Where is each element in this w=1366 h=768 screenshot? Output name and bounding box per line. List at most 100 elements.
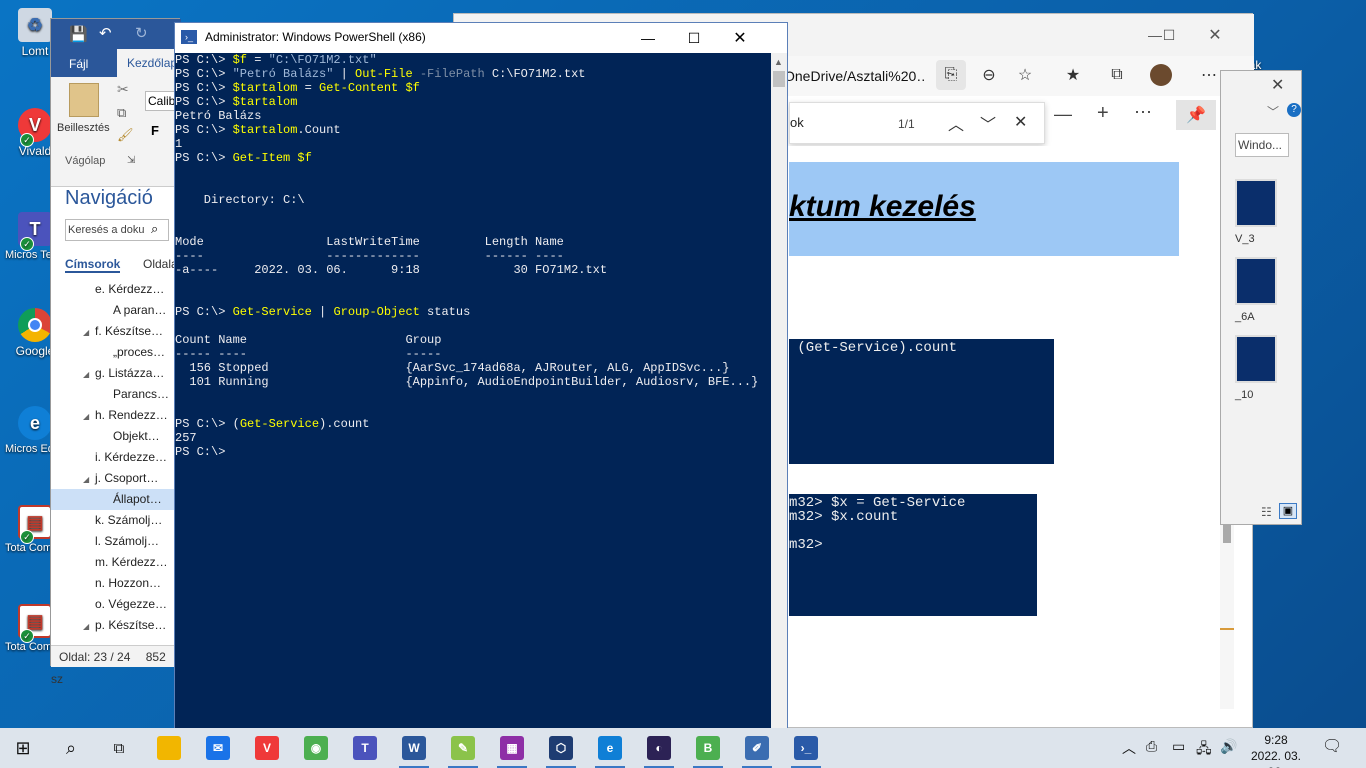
maximize-button[interactable]: ☐ [671, 23, 717, 53]
cut-icon[interactable]: ✂ [117, 81, 129, 98]
taskbar-app-button[interactable]: ◐ [636, 728, 682, 768]
taskbar-app-button[interactable]: T [342, 728, 388, 768]
expand-arrow-icon[interactable]: ◢ [83, 616, 95, 636]
nav-heading-item[interactable]: m. Kérdezz… [51, 552, 181, 573]
taskbar-app-button[interactable]: ✎ [440, 728, 486, 768]
taskbar-app-button[interactable]: ⬡ [538, 728, 584, 768]
taskbar-app-button[interactable]: W [391, 728, 437, 768]
dialog-launcher-icon[interactable]: ⇲ [127, 155, 135, 166]
nav-heading-item[interactable]: A paran… [51, 300, 181, 321]
pin-icon[interactable]: 📌 [1176, 100, 1216, 130]
thumbnail[interactable] [1235, 257, 1277, 305]
taskbar-app-button[interactable]: B [685, 728, 731, 768]
nav-heading-item[interactable]: ◢ j. Csoport… [51, 468, 181, 489]
find-input[interactable]: ok [790, 115, 804, 130]
scrollbar-thumb[interactable] [773, 71, 785, 87]
nav-heading-item[interactable]: o. Végezze… [51, 594, 181, 615]
nav-heading-item[interactable]: ◢ p. Készítse… [51, 615, 181, 636]
find-next-icon[interactable]: ﹀ [980, 111, 996, 135]
taskbar-app-button[interactable]: ◉ [293, 728, 339, 768]
minimize-icon: — [641, 30, 655, 46]
thumbnail[interactable] [1235, 179, 1277, 227]
zoom-plus-icon[interactable]: + [1097, 102, 1109, 125]
nav-heading-label: i. Kérdezze… [95, 450, 168, 464]
more-tools-icon[interactable]: ⋯ [1134, 102, 1152, 123]
meet-now-icon[interactable]: ⎙ [1146, 738, 1157, 755]
tab-pages[interactable]: Oldala [143, 257, 178, 271]
expand-arrow-icon[interactable]: ◢ [83, 364, 95, 384]
console-output[interactable]: PS C:\> $f = "C:\FO71M2.txt" PS C:\> "Pet… [175, 53, 771, 728]
undo-icon[interactable]: ↶ [99, 24, 112, 42]
nav-heading-item[interactable]: l. Számolj… [51, 531, 181, 552]
nav-heading-item[interactable]: e. Kérdezz… [51, 279, 181, 300]
tab-headings[interactable]: Címsorok [65, 257, 121, 273]
copy-icon[interactable]: ⧉ [117, 105, 126, 121]
maximize-icon[interactable]: ☐ [1154, 20, 1184, 50]
minimize-button[interactable]: — [625, 23, 671, 53]
thumbnail-view-icon[interactable]: ▣ [1279, 503, 1297, 519]
thumbnail[interactable] [1235, 335, 1277, 383]
zoom-minus-icon[interactable]: — [1054, 104, 1072, 125]
expand-arrow-icon[interactable]: ◢ [83, 322, 95, 342]
nav-heading-item[interactable]: „proces… [51, 342, 181, 363]
scroll-up-icon[interactable]: ▲ [774, 57, 783, 67]
start-button[interactable]: ⊞ [0, 728, 46, 768]
nav-heading-item[interactable]: k. Számolj… [51, 510, 181, 531]
battery-icon[interactable]: ▭ [1172, 738, 1185, 755]
close-icon[interactable]: ✕ [1271, 75, 1284, 95]
taskbar-app-button[interactable]: V [244, 728, 290, 768]
collections-icon[interactable]: ⧉ [1102, 60, 1132, 90]
redo-icon[interactable]: ↻ [135, 24, 148, 42]
nav-heading-item[interactable]: ◢ g. Listázza… [51, 363, 181, 384]
find-on-page-icon[interactable]: ⎘ [936, 60, 966, 90]
task-view-button[interactable]: ⧉ [96, 728, 142, 768]
search-input[interactable]: Windo... [1235, 133, 1289, 157]
search-icon[interactable]: ⌕ [151, 221, 158, 237]
add-favorite-icon[interactable]: ☆ [1010, 60, 1040, 90]
favorites-icon[interactable]: ★ [1058, 60, 1088, 90]
close-button[interactable]: ✕ [717, 23, 763, 53]
tray-overflow-icon[interactable]: ︿ [1122, 738, 1136, 758]
secondary-window[interactable]: ✕ ﹀ ? Windo... V_3 _6A _10 ☷ ▣ [1220, 70, 1302, 525]
list-view-icon[interactable]: ☷ [1261, 505, 1272, 519]
chevron-down-icon[interactable]: ﹀ [1267, 103, 1279, 120]
close-icon[interactable]: ✕ [1200, 20, 1230, 50]
expand-arrow-icon[interactable]: ◢ [83, 469, 95, 489]
address-bar[interactable]: OneDrive/Asztali%20… [784, 63, 924, 89]
tab-file[interactable]: Fájl [69, 57, 88, 71]
paste-icon[interactable] [69, 83, 99, 117]
find-prev-icon[interactable]: ︿ [948, 111, 964, 135]
bold-button[interactable]: F [151, 123, 159, 138]
tab-home[interactable]: Kezdőlap [117, 49, 181, 77]
notification-icon[interactable]: 🗨 [1322, 736, 1342, 756]
network-icon[interactable]: 🖧 [1196, 738, 1212, 762]
nav-heading-item[interactable]: Objekt… [51, 426, 181, 447]
taskbar-app-button[interactable]: e [587, 728, 633, 768]
taskbar-app-button[interactable]: ›_ [783, 728, 829, 768]
word-window[interactable]: 💾 ↶ ↻ Fájl Kezdőlap Beillesztés ✂ ⧉ 🖌 Ca… [50, 18, 185, 686]
zoom-out-icon[interactable]: ⊖ [974, 60, 1004, 90]
search-button[interactable]: ⌕ [48, 728, 94, 768]
volume-icon[interactable]: 🔊 [1220, 738, 1237, 755]
clock[interactable]: 9:28 2022. 03. 06. [1244, 732, 1308, 768]
taskbar-app-button[interactable]: ✉ [195, 728, 241, 768]
taskbar-app-button[interactable]: ▦ [489, 728, 535, 768]
powershell-window[interactable]: ›_ Administrator: Windows PowerShell (x8… [174, 22, 788, 728]
profile-avatar[interactable] [1146, 60, 1176, 90]
nav-heading-item[interactable]: i. Kérdezze… [51, 447, 181, 468]
paste-label[interactable]: Beillesztés [57, 122, 110, 134]
find-close-icon[interactable]: ✕ [1014, 112, 1027, 132]
nav-heading-item[interactable]: n. Hozzon… [51, 573, 181, 594]
nav-heading-item[interactable]: Parancs… [51, 384, 181, 405]
nav-heading-item[interactable]: Állapot… [51, 489, 181, 510]
taskbar-app-button[interactable] [146, 728, 192, 768]
save-icon[interactable]: 💾 [69, 25, 88, 43]
help-icon[interactable]: ? [1287, 103, 1301, 117]
console-text: PS C:\> [175, 95, 233, 109]
nav-heading-item[interactable]: ◢ f. Készítse… [51, 321, 181, 342]
console-scrollbar[interactable]: ▲ [771, 53, 787, 728]
expand-arrow-icon[interactable]: ◢ [83, 406, 95, 426]
format-painter-icon[interactable]: 🖌 [117, 127, 134, 143]
nav-heading-item[interactable]: ◢ h. Rendezz… [51, 405, 181, 426]
taskbar-app-button[interactable]: ✐ [734, 728, 780, 768]
